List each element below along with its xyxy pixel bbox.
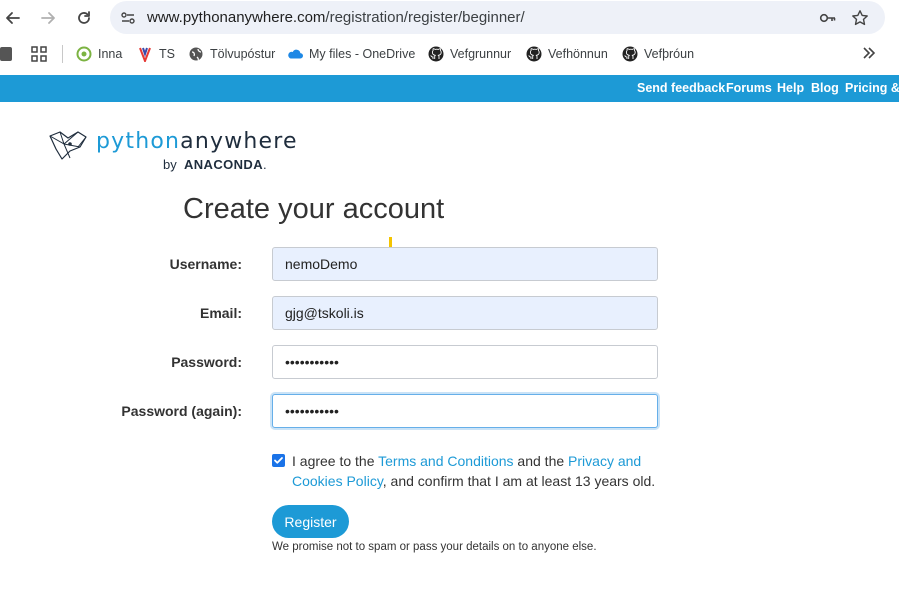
apps-grid-icon[interactable] (31, 46, 47, 67)
page-title: Create your account (183, 193, 445, 225)
back-icon[interactable] (1, 6, 25, 30)
bookmark-label: My files - OneDrive (309, 47, 416, 61)
agree-mid: and the (513, 453, 569, 469)
bookmark-label: Vefgrunnur (450, 47, 512, 61)
email-input[interactable] (272, 296, 658, 330)
mouse-cursor-marker (389, 237, 392, 247)
help-link[interactable]: Help (777, 81, 804, 95)
password-label: Password: (171, 354, 242, 370)
blog-link[interactable]: Blog (811, 81, 839, 95)
logo-anywhere: anywhere (180, 129, 298, 154)
forums-link[interactable]: Forums (726, 81, 772, 95)
email-label: Email: (199, 305, 242, 321)
globe-icon (188, 46, 204, 62)
bookmark-label: Vefþróun (644, 47, 695, 61)
reload-icon[interactable] (72, 6, 96, 30)
browser-toolbar: www.pythonanywhere.com/registration/regi… (0, 0, 899, 36)
bookmark-inna[interactable]: Inna (76, 44, 122, 64)
url-path: /registration/register/beginner/ (325, 9, 525, 26)
spam-promise-text: We promise not to spam or pass your deta… (272, 541, 597, 553)
logo-brand: ANACONDA (183, 157, 263, 172)
url-text: www.pythonanywhere.com/registration/regi… (147, 9, 525, 26)
github-icon (622, 46, 638, 62)
bookmark-ts[interactable]: TS (137, 44, 175, 64)
bookmark-label: TS (159, 47, 175, 61)
github-icon (526, 46, 542, 62)
agree-checkbox[interactable] (272, 454, 285, 467)
logo-by-text: by (163, 157, 177, 172)
agree-prefix: I agree to the (292, 453, 379, 469)
logo-by-anaconda: by ANACONDA. (163, 157, 267, 172)
agree-text: I agree to the Terms and Conditions and … (292, 451, 662, 491)
bookmark-tolvupostur[interactable]: Tölvupóstur (188, 44, 275, 64)
address-bar[interactable]: www.pythonanywhere.com/registration/regi… (110, 1, 885, 34)
pythonanywhere-logo-icon[interactable] (48, 128, 88, 160)
bookmark-star-icon[interactable] (850, 8, 870, 28)
bookmark-vefgrunnur[interactable]: Vefgrunnur (428, 44, 511, 64)
bookmarks-divider (62, 45, 63, 63)
github-icon (428, 46, 444, 62)
register-button[interactable]: Register (272, 505, 349, 538)
bookmark-vefthroun[interactable]: Vefþróun (622, 44, 694, 64)
bookmark-vefhonnun[interactable]: Vefhönnun (526, 44, 608, 64)
bookmark-label: Inna (98, 47, 123, 61)
password-input[interactable] (272, 345, 658, 379)
target-icon (76, 46, 92, 62)
password-key-icon[interactable] (818, 8, 838, 28)
ts-icon (137, 46, 153, 62)
bookmark-label: Vefhönnun (548, 47, 608, 61)
site-top-bar: Send feedback Forums Help Blog Pricing &… (0, 75, 899, 102)
bookmark-onedrive[interactable]: My files - OneDrive (287, 44, 415, 64)
pricing-link[interactable]: Pricing & s (845, 81, 899, 95)
agree-suffix: , and confirm that I am at least 13 year… (382, 473, 656, 489)
url-host: www.pythonanywhere.com (147, 9, 326, 26)
username-label: Username: (169, 256, 242, 272)
site-settings-icon[interactable] (118, 8, 138, 28)
terms-link[interactable]: Terms and Conditions (378, 453, 513, 469)
tab-groups-icon[interactable] (0, 47, 12, 61)
checkmark-icon (274, 457, 283, 464)
password-again-input[interactable] (272, 394, 658, 428)
onedrive-icon (287, 46, 303, 62)
logo-dot: . (263, 157, 267, 172)
username-input[interactable] (272, 247, 658, 281)
forward-icon[interactable] (36, 6, 60, 30)
bookmark-label: Tölvupóstur (210, 47, 276, 61)
send-feedback-link[interactable]: Send feedback (637, 81, 725, 95)
password-again-label: Password (again): (121, 403, 242, 419)
logo-wordmark[interactable]: pythonanywhere (96, 129, 298, 154)
more-bookmarks-icon[interactable] (862, 45, 876, 66)
bookmarks-bar: Inna TS Tölvupóstur My files - OneDrive … (0, 38, 899, 70)
logo-python: python (96, 129, 181, 154)
